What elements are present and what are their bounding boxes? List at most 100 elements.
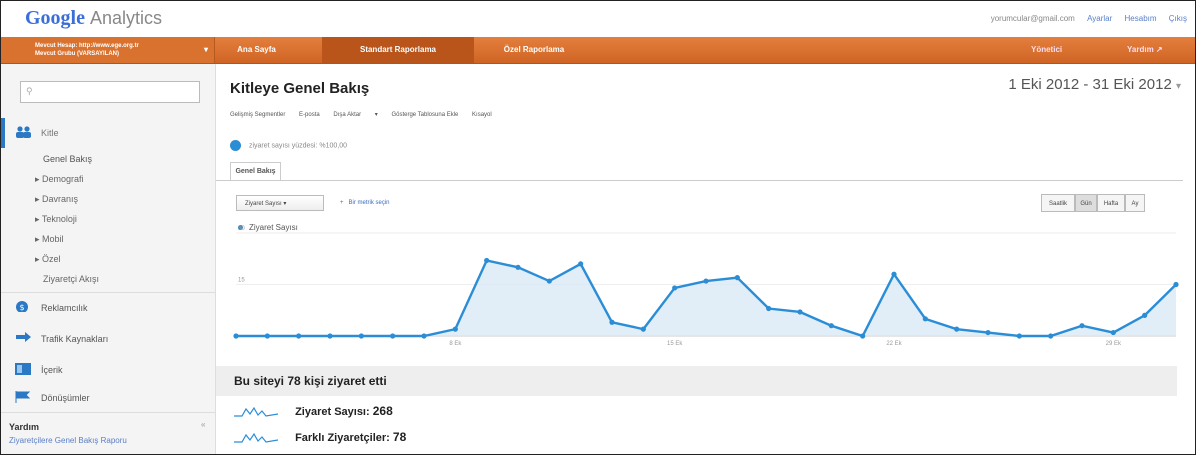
stat-unique-visitors[interactable]: Farklı Ziyaretçiler: 78 [234, 430, 406, 444]
visits-chart[interactable]: 30 15 8 Ek 15 Ek 22 Ek 29 Ek [216, 181, 1183, 353]
data-point [390, 333, 396, 339]
account-link[interactable]: Hesabım [1125, 14, 1157, 23]
data-point [766, 305, 772, 312]
divider [1, 292, 215, 293]
tab-home[interactable]: Ana Sayfa [219, 37, 294, 63]
stat-visits[interactable]: Ziyaret Sayısı: 268 [234, 404, 393, 418]
sidebar-sub-custom[interactable]: ▸ Özel [35, 254, 61, 265]
data-point [1142, 312, 1148, 318]
main-content: Kitleye Genel Bakış 1 Eki 2012 - 31 Eki … [216, 64, 1195, 454]
export-button[interactable]: Dışa Aktar ▾ [333, 112, 377, 118]
main-nav: Mevcut Hesap: http://www.ege.org.tr Mevc… [1, 37, 1195, 64]
logo-analytics: Analytics [90, 8, 163, 28]
x-tick-label: 15 Ek [667, 341, 683, 347]
data-point [985, 329, 991, 336]
settings-link[interactable]: Ayarlar [1087, 14, 1112, 23]
export-label: Dışa Aktar [333, 112, 362, 118]
tab-overview[interactable]: Genel Bakış [230, 162, 281, 181]
sidebar-item-label: Reklamcılık [41, 303, 88, 313]
google-analytics-logo[interactable]: Google Analytics [25, 7, 162, 30]
admin-link[interactable]: Yönetici [1031, 37, 1062, 63]
shortcut-button[interactable]: Kısayol [472, 112, 492, 118]
collapse-icon[interactable]: « [201, 420, 205, 429]
stat-value: 268 [372, 404, 393, 418]
data-point [922, 316, 928, 322]
sidebar-item-label: İçerik [41, 365, 63, 375]
advanced-segments-button[interactable]: Gelişmiş Segmentler [230, 112, 285, 118]
account-line-1: Mevcut Hesap: http://www.ege.org.tr [35, 43, 139, 49]
sidebar-sub-mobile[interactable]: ▸ Mobil [35, 234, 64, 245]
data-point [1079, 323, 1085, 329]
account-selector[interactable]: Mevcut Hesap: http://www.ege.org.tr Mevc… [1, 37, 215, 63]
data-point [1110, 329, 1116, 336]
sidebar-item-label: Kitle [41, 128, 59, 138]
people-icon [16, 126, 31, 138]
sidebar-item-traffic[interactable]: Trafik Kaynakları [1, 327, 215, 351]
data-point [954, 326, 960, 332]
add-to-dashboard-button[interactable]: Gösterge Tablosuna Ekle [391, 112, 458, 118]
data-point [860, 333, 866, 339]
top-links: yorumcular@gmail.com Ayarlar Hesabım Çık… [981, 14, 1187, 23]
sidebar-sub-visitors-flow[interactable]: Ziyaretçi Akışı [43, 274, 99, 284]
segment-dot-icon [230, 140, 241, 151]
segment-label: ziyaret sayısı yüzdesi: %100,00 [248, 142, 348, 150]
sidebar-item-label: Trafik Kaynakları [41, 334, 109, 344]
divider [1, 412, 215, 413]
help-section-title: Yardım [9, 422, 40, 432]
sidebar-sub-behavior[interactable]: ▸ Davranış [35, 194, 78, 205]
data-point [797, 309, 803, 315]
sidebar-sub-label: Davranış [42, 194, 79, 204]
help-article-link[interactable]: Ziyaretçilere Genel Bakış Raporu [9, 436, 127, 445]
signout-link[interactable]: Çıkış [1169, 14, 1187, 23]
tab-custom-reporting[interactable]: Özel Raporlama [474, 37, 594, 63]
sidebar-sub-technology[interactable]: ▸ Teknoloji [35, 214, 77, 225]
help-link-label: Yardım [1127, 45, 1154, 54]
chevron-down-icon: ▾ [203, 45, 208, 54]
logo-google: Google [25, 7, 85, 29]
email-button[interactable]: E-posta [299, 112, 320, 118]
data-point [484, 257, 490, 264]
data-point [452, 326, 458, 332]
sidebar-item-advertising[interactable]: $ Reklamcılık [1, 296, 215, 320]
area-fill [236, 260, 1176, 336]
data-point [421, 333, 427, 339]
chart-panel: Ziyaret Sayısı ▾ + Bir metrik seçin Saat… [216, 180, 1183, 353]
segment-indicator: ziyaret sayısı yüzdesi: %100,00 [230, 140, 347, 151]
sidebar-sub-label: Mobil [42, 234, 64, 244]
sparkline-icon [234, 432, 279, 443]
help-link[interactable]: Yardım ↗ [1127, 37, 1163, 63]
data-point [703, 278, 709, 284]
sidebar-sub-overview[interactable]: Genel Bakış [43, 154, 92, 164]
data-point [640, 326, 646, 332]
data-point [828, 323, 834, 329]
data-point [264, 333, 270, 339]
sidebar-item-label: Dönüşümler [41, 393, 90, 403]
x-tick-label: 8 Ek [449, 341, 462, 347]
data-point [546, 278, 552, 284]
sidebar-sub-demographics[interactable]: ▸ Demografi [35, 174, 84, 185]
sidebar-item-conversions[interactable]: Dönüşümler [1, 386, 215, 410]
sidebar-item-content[interactable]: İçerik [1, 358, 215, 382]
active-indicator [1, 118, 5, 148]
data-point [515, 264, 521, 270]
content-icon [15, 363, 31, 375]
data-point [609, 319, 615, 325]
chevron-down-icon: ▾ [1175, 81, 1181, 92]
y-tick-label: 30 [238, 226, 245, 232]
data-point [1173, 281, 1179, 288]
sidebar-sub-label: Teknoloji [41, 214, 77, 224]
account-line-2: Mevcut Grubu (VARSAYILAN) [35, 51, 120, 57]
data-point [578, 261, 584, 267]
tab-standard-reporting[interactable]: Standart Raporlama [322, 37, 474, 63]
search-icon: ⚲ [26, 86, 33, 96]
date-range-text: 1 Eki 2012 - 31 Eki 2012 [1008, 76, 1172, 93]
search-input[interactable]: ⚲ [20, 81, 200, 103]
sidebar-item-audience[interactable]: Kitle [1, 118, 215, 148]
date-range-picker[interactable]: 1 Eki 2012 - 31 Eki 2012 ▾ [1008, 76, 1181, 93]
dollar-icon: $ [16, 301, 28, 312]
data-point [327, 333, 333, 339]
summary-title: Bu siteyi 78 kişi ziyaret etti [234, 374, 387, 388]
stat-label: Farklı Ziyaretçiler: [295, 432, 390, 444]
page-title: Kitleye Genel Bakış [230, 80, 370, 97]
sparkline-icon [234, 406, 279, 417]
